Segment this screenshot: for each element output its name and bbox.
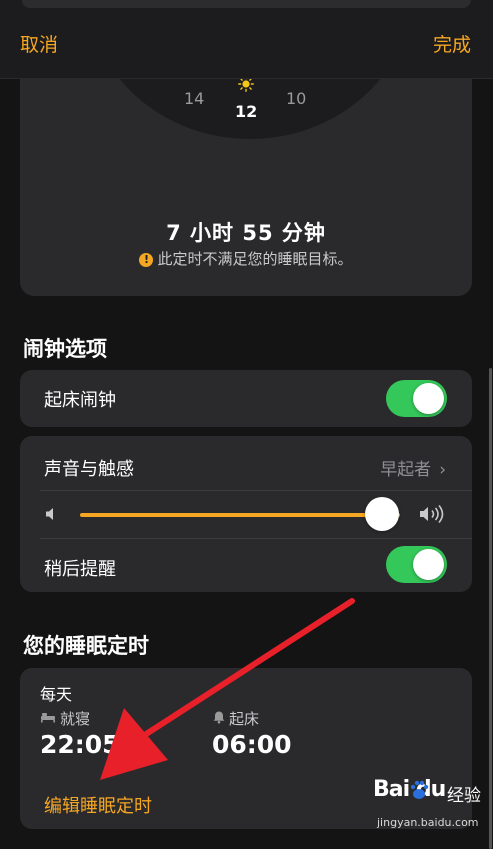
volume-slider-track[interactable] [80,513,400,517]
warning-icon: ! [139,253,154,267]
wake-time: 06:00 [212,730,292,759]
schedule-day: 每天 [40,685,73,704]
volume-low-icon [46,508,53,520]
clock-tick-14: 14 [184,89,205,108]
top-card-edge [22,0,471,8]
sleep-clock-card: 14 12 10 7 小时 55 分钟 ! 此定时不满足您的睡眠目标。 [20,60,472,296]
clock-tick-10: 10 [286,89,307,108]
chevron-right-icon: › [439,460,446,480]
sound-options-card: 声音与触感 早起者 › 稍后提醒 [20,436,472,592]
divider [40,490,472,491]
snooze-toggle[interactable] [386,546,447,583]
baidu-watermark: Bai du 经验 jingyan.baidu.com [373,777,485,837]
volume-slider-knob[interactable] [365,497,399,531]
wake-alarm-label: 起床闹钟 [44,390,116,411]
bedtime-time: 22:05 [40,730,120,759]
sound-haptics-label[interactable]: 声音与触感 [44,455,134,481]
sound-value-text: 早起者 [380,460,432,480]
done-button[interactable]: 完成 [433,30,471,57]
watermark-text: 经验 [447,786,481,806]
cancel-button[interactable]: 取消 [20,30,58,57]
sleep-duration: 7 小时 55 分钟 [166,221,326,245]
sound-value[interactable]: 早起者 › [380,455,446,480]
wake-alarm-card: 起床闹钟 [20,370,472,427]
toggle-knob [413,549,444,580]
bedtime-label: 就寝 [60,710,91,728]
alarm-options-title: 闹钟选项 [23,337,107,361]
divider [40,538,472,539]
bed-icon [41,713,55,723]
scrollbar[interactable] [489,368,492,849]
sleep-goal-warning: ! 此定时不满足您的睡眠目标。 [20,248,472,269]
volume-high-icon [420,504,444,524]
edit-sleep-schedule-link[interactable]: 编辑睡眠定时 [44,792,152,818]
sleep-schedule-title: 您的睡眠定时 [23,634,149,658]
wake-alarm-toggle[interactable] [386,380,447,417]
paw-icon [410,780,429,799]
nav-bar: 取消 完成 [0,0,493,79]
snooze-label: 稍后提醒 [44,559,116,580]
alarm-bell-icon [213,711,225,724]
toggle-knob [413,383,444,414]
watermark-url: jingyan.baidu.com [377,816,479,829]
wake-label: 起床 [229,710,260,728]
warning-text: 此定时不满足您的睡眠目标。 [157,250,353,268]
clock-tick-12: 12 [235,102,258,121]
